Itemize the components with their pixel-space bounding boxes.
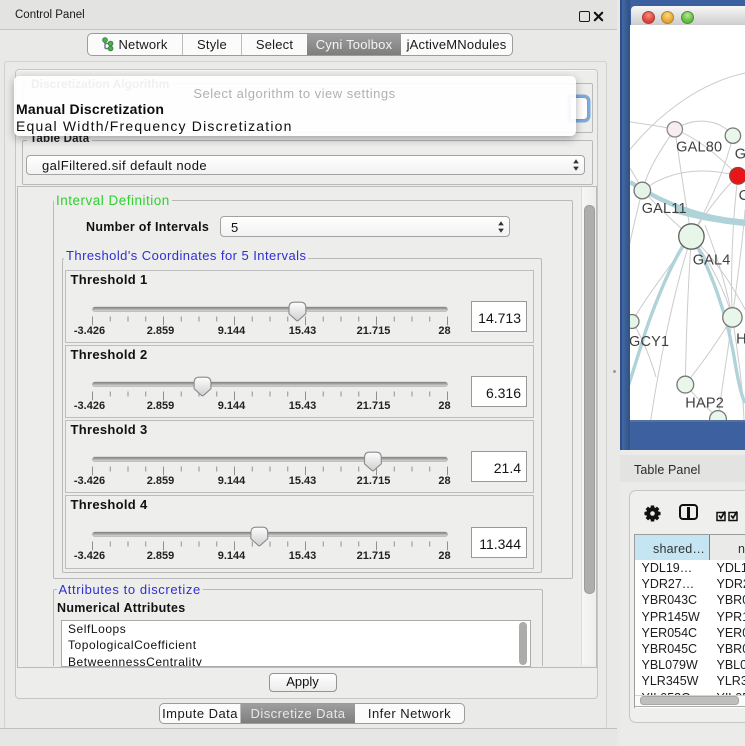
svg-text:9.144: 9.144: [217, 325, 245, 337]
svg-text:GCY1: GCY1: [630, 334, 669, 350]
svg-text:GAL80: GAL80: [676, 140, 722, 156]
svg-text:2.859: 2.859: [146, 325, 174, 337]
svg-text:15.43: 15.43: [288, 325, 316, 337]
svg-text:9.144: 9.144: [217, 400, 245, 412]
svg-text:-3.426: -3.426: [73, 550, 104, 562]
svg-text:9.144: 9.144: [217, 550, 245, 562]
svg-text:28: 28: [438, 400, 450, 412]
svg-text:21.715: 21.715: [356, 475, 390, 487]
svg-text:GAL11: GAL11: [642, 201, 687, 217]
svg-text:2.859: 2.859: [146, 550, 174, 562]
svg-text:9.144: 9.144: [217, 475, 245, 487]
svg-text:28: 28: [438, 325, 450, 337]
svg-text:28: 28: [438, 475, 450, 487]
svg-text:21.715: 21.715: [356, 400, 390, 412]
svg-text:-3.426: -3.426: [73, 475, 104, 487]
svg-text:15.43: 15.43: [288, 550, 316, 562]
svg-text:2.859: 2.859: [146, 475, 174, 487]
svg-text:-3.426: -3.426: [73, 325, 104, 337]
svg-text:CY: CY: [739, 188, 745, 204]
svg-text:GA: GA: [735, 147, 745, 163]
svg-text:2.859: 2.859: [146, 400, 174, 412]
svg-text:15.43: 15.43: [288, 400, 316, 412]
svg-text:15.43: 15.43: [288, 475, 316, 487]
svg-text:HAP2: HAP2: [685, 396, 724, 412]
svg-text:21.715: 21.715: [356, 550, 390, 562]
svg-text:GAL4: GAL4: [693, 252, 731, 268]
svg-text:H: H: [736, 332, 745, 348]
svg-text:-3.426: -3.426: [73, 400, 104, 412]
svg-text:28: 28: [438, 550, 450, 562]
svg-text:21.715: 21.715: [356, 325, 390, 337]
